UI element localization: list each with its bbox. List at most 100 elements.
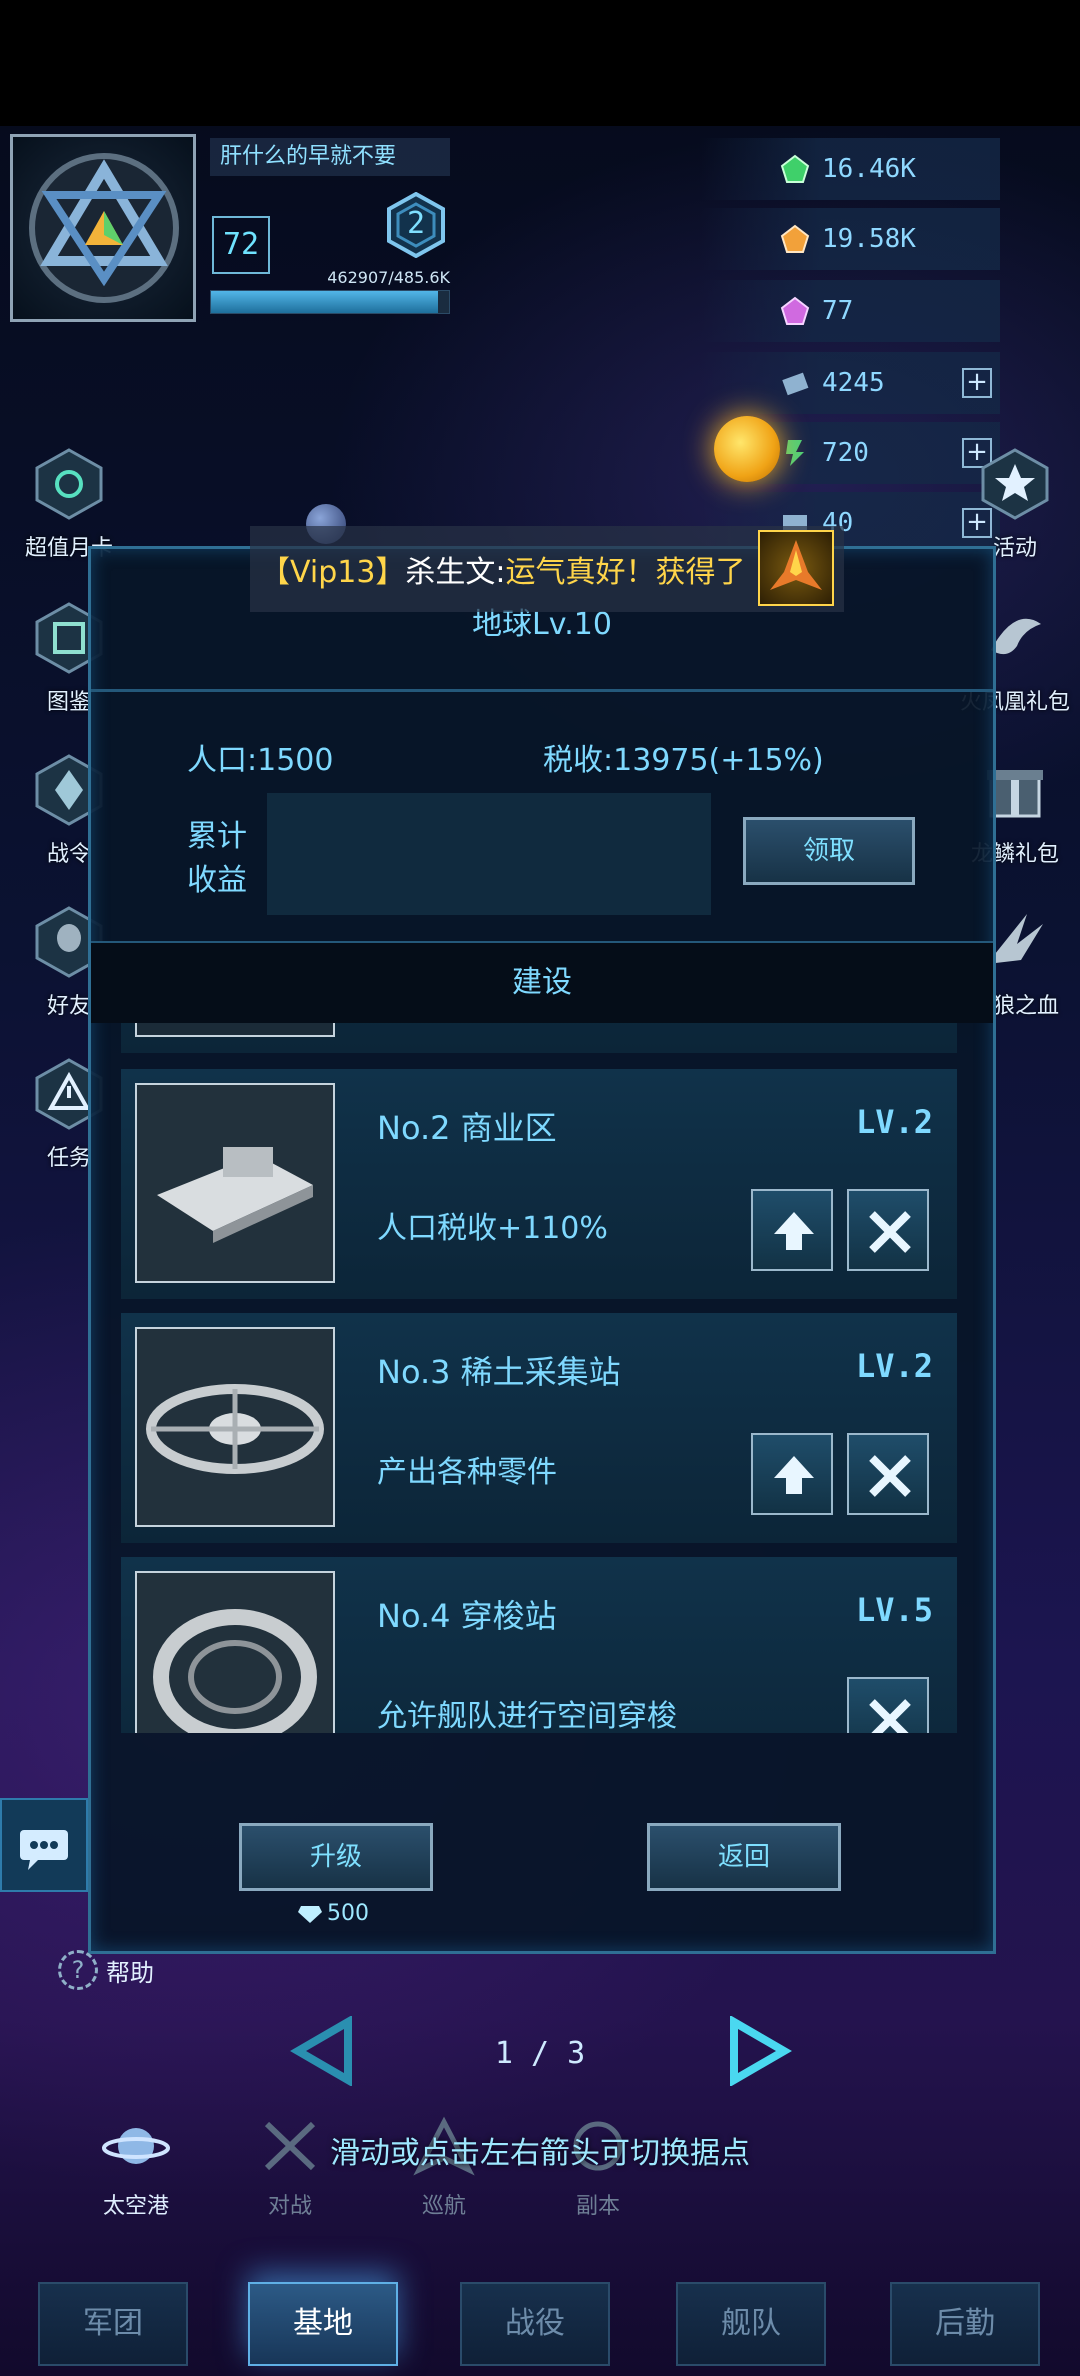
player-avatar[interactable] — [10, 134, 196, 322]
mode-label: 太空港 — [102, 2194, 169, 2219]
rank-badge: 2 — [386, 191, 446, 259]
bottom-tab-bar: 军团 基地 战役 舰队 后勤 — [0, 2270, 1080, 2376]
marquee-message: 运气真好！获得了 — [505, 555, 746, 590]
help-label: 帮助 — [106, 1958, 154, 1987]
building-name: 穿梭站 — [460, 1597, 557, 1635]
chat-bubble-icon — [20, 1830, 68, 1870]
build-header: 建设 — [91, 943, 993, 1023]
add-crystal-button[interactable]: + — [962, 368, 992, 398]
switch-hint: 滑动或点击左右箭头可切换据点 — [330, 2136, 750, 2171]
building-card: No.2 商业区 LV.2 人口税收+110% — [121, 1069, 957, 1299]
rank-number: 2 — [406, 206, 426, 241]
building-thumbnail — [135, 1083, 335, 1283]
building-desc: 人口税收+110% — [377, 1211, 608, 1246]
broadcast-marquee: 【Vip13】 杀生文: 运气真好！获得了 — [250, 526, 844, 612]
tab-fleet[interactable]: 舰队 — [676, 2282, 826, 2366]
resource-row: 19.58K — [700, 208, 1000, 270]
divider — [91, 689, 993, 692]
exp-bar — [210, 290, 450, 314]
chat-button[interactable] — [0, 1798, 88, 1892]
building-thumbnail — [135, 1571, 335, 1733]
exp-bar-fill — [211, 291, 438, 313]
tab-logistics[interactable]: 后勤 — [890, 2282, 1040, 2366]
page-indicator: 1 / 3 — [494, 2036, 586, 2071]
ship-icon — [770, 540, 822, 590]
upgrade-button[interactable]: 升级 — [239, 1823, 433, 1891]
tax-text: 税收:13975(+15%) — [543, 743, 824, 778]
resource-value: 720 — [822, 438, 869, 468]
tab-base[interactable]: 基地 — [248, 2282, 398, 2366]
building-number: No.2 — [377, 1109, 451, 1147]
sun-planet — [714, 416, 780, 482]
purple-gem-icon — [780, 296, 810, 325]
question-icon: ? — [58, 1950, 98, 1990]
side-item-monthly-card[interactable]: 超值月卡 — [14, 446, 124, 562]
building-name: 稀土采集站 — [460, 1353, 621, 1391]
building-title: No.4 穿梭站 — [377, 1591, 557, 1637]
resource-value: 4245 — [822, 368, 885, 398]
close-icon — [869, 1699, 911, 1733]
building-thumbnail — [135, 1023, 335, 1037]
monthly-card-icon — [35, 448, 103, 520]
mode-label: 巡航 — [421, 2194, 466, 2219]
marquee-vip: 【Vip13】 — [260, 555, 406, 590]
prev-arrow-icon[interactable] — [290, 2016, 360, 2086]
tab-legion[interactable]: 军团 — [38, 2282, 188, 2366]
income-label: 累计收益 — [187, 819, 247, 898]
building-title: No.2 商业区 — [377, 1103, 557, 1149]
green-gem-icon — [780, 154, 810, 183]
help-button[interactable]: ? 帮助 — [58, 1950, 154, 1990]
commercial-district-image — [137, 1085, 333, 1281]
building-desc: 产出各种零件 — [377, 1455, 557, 1490]
close-icon — [869, 1455, 911, 1497]
side-item-events[interactable]: 活动 — [960, 446, 1070, 562]
resource-row: 16.46K — [700, 138, 1000, 200]
next-arrow-icon[interactable] — [722, 2016, 792, 2086]
arrow-up-icon — [774, 1456, 814, 1494]
diamond-icon — [298, 1905, 322, 1923]
building-number: No.4 — [377, 1597, 451, 1635]
marquee-player: 杀生文: — [405, 555, 506, 590]
building-card — [121, 1023, 957, 1053]
building-level: LV.2 — [855, 1347, 933, 1385]
building-number: No.3 — [377, 1353, 451, 1391]
energy-icon — [786, 440, 804, 466]
building-list[interactable]: No.2 商业区 LV.2 人口税收+110% No.3 稀土采集站 LV.2 … — [121, 1023, 957, 1733]
exp-text: 462907/485.6K — [327, 268, 450, 287]
income-box — [267, 793, 711, 915]
reward-item-icon — [758, 530, 834, 606]
close-icon — [869, 1211, 911, 1253]
demolish-button[interactable] — [847, 1677, 929, 1733]
back-button[interactable]: 返回 — [647, 1823, 841, 1891]
mining-station-image — [137, 1329, 333, 1525]
triangle-emblem-icon — [29, 153, 179, 303]
building-level: LV.2 — [855, 1103, 933, 1141]
mode-label: 对战 — [267, 2194, 312, 2219]
resource-row: 4245 + — [700, 352, 1000, 414]
building-title: No.3 稀土采集站 — [377, 1347, 621, 1393]
upgrade-cost: 500 — [297, 1901, 369, 1926]
planet-dialog: 地球Lv.10 人口:1500 税收:13975(+15%) 累计收益 领取 建… — [88, 546, 996, 1954]
building-name: 商业区 — [460, 1109, 557, 1147]
player-name: 肝什么的早就不要 — [210, 138, 450, 176]
tab-campaign[interactable]: 战役 — [460, 2282, 610, 2366]
demolish-button[interactable] — [847, 1189, 929, 1271]
pager: 1 / 3 — [0, 2010, 1080, 2090]
mode-label: 副本 — [575, 2194, 620, 2219]
upgrade-arrow-button[interactable] — [751, 1189, 833, 1271]
player-level: 72 — [212, 216, 270, 274]
crystal-icon — [782, 372, 809, 396]
claim-button[interactable]: 领取 — [743, 817, 915, 885]
building-card: No.4 穿梭站 LV.5 允许舰队进行空间穿梭 — [121, 1557, 957, 1733]
building-thumbnail — [135, 1327, 335, 1527]
arrow-up-icon — [774, 1212, 814, 1250]
upgrade-arrow-button[interactable] — [751, 1433, 833, 1515]
resource-value: 77 — [822, 296, 854, 326]
events-icon — [981, 448, 1049, 520]
shuttle-station-image — [137, 1573, 333, 1733]
building-level: LV.5 — [855, 1591, 933, 1629]
population-text: 人口:1500 — [187, 743, 334, 778]
resource-value: 19.58K — [822, 224, 916, 254]
building-card: No.3 稀土采集站 LV.2 产出各种零件 — [121, 1313, 957, 1543]
demolish-button[interactable] — [847, 1433, 929, 1515]
